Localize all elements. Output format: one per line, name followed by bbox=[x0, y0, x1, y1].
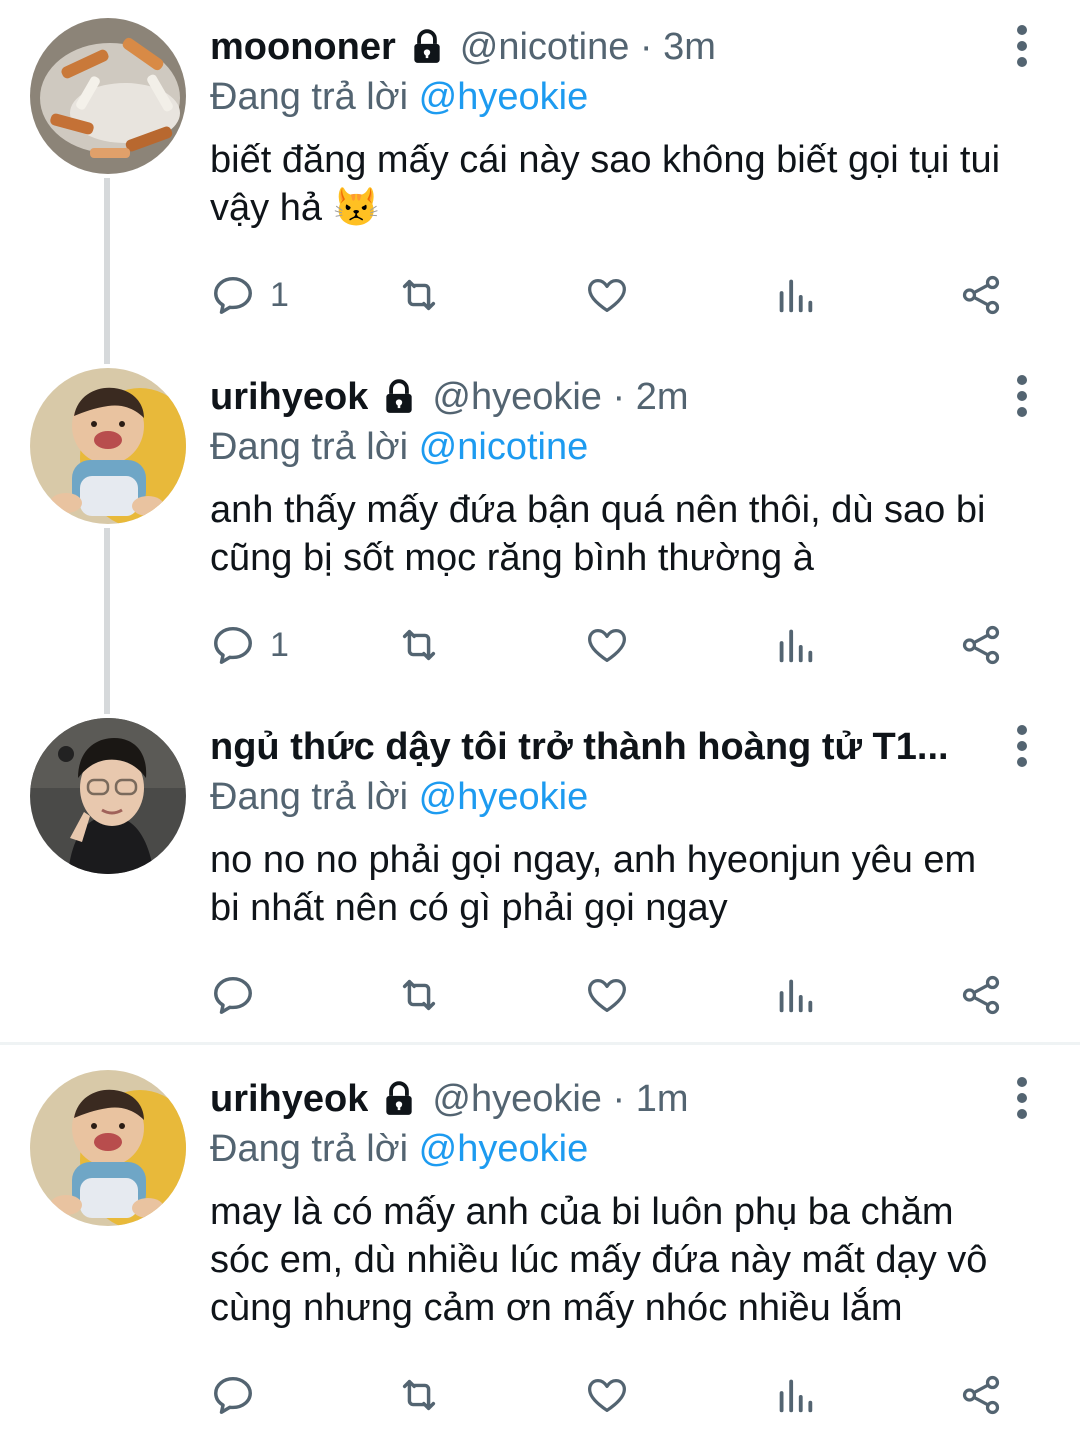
baby-photo bbox=[30, 368, 186, 524]
cigarette-ashtray-image bbox=[30, 18, 186, 174]
action-bar bbox=[210, 1370, 1010, 1420]
replying-to: Đang trả lời @hyeokie bbox=[210, 1124, 1010, 1174]
tweet-header: urihyeok @hyeokie · 2m bbox=[210, 372, 1010, 422]
avatar[interactable] bbox=[30, 1070, 186, 1226]
avatar[interactable] bbox=[30, 18, 186, 174]
heart-icon bbox=[588, 978, 626, 1012]
retweet-icon bbox=[402, 279, 436, 311]
tweet-text: may là có mấy anh của bi luôn phụ ba chă… bbox=[210, 1191, 988, 1329]
share-icon bbox=[962, 625, 1000, 665]
heart-icon bbox=[588, 278, 626, 312]
retweet-icon bbox=[402, 979, 436, 1011]
reply-icon bbox=[214, 276, 252, 314]
display-name[interactable]: urihyeok bbox=[210, 372, 368, 422]
tweet-text: biết đăng mấy cái này sao không biết gọi… bbox=[210, 139, 1001, 229]
person-photo bbox=[30, 718, 186, 874]
tweet-text: anh thấy mấy đứa bận quá nên thôi, dù sa… bbox=[210, 489, 986, 579]
share-icon bbox=[962, 275, 1000, 315]
reply-count: 1 bbox=[270, 275, 289, 314]
analytics-icon bbox=[779, 1379, 813, 1413]
lock-icon bbox=[386, 1081, 413, 1115]
display-name[interactable]: moononer bbox=[210, 22, 396, 72]
more-options-icon[interactable] bbox=[1010, 24, 1034, 68]
reply-button[interactable] bbox=[210, 1370, 270, 1420]
timestamp-text: · 3m bbox=[639, 26, 716, 68]
lock-icon bbox=[386, 379, 413, 413]
heart-icon bbox=[588, 1378, 626, 1412]
action-bar bbox=[210, 970, 1010, 1020]
display-name[interactable]: urihyeok bbox=[210, 1074, 368, 1124]
divider bbox=[0, 1042, 1080, 1045]
reply-icon bbox=[214, 976, 252, 1014]
tweet-header: urihyeok @hyeokie · 1m bbox=[210, 1074, 1010, 1124]
like-button[interactable] bbox=[584, 1370, 630, 1420]
views-button[interactable] bbox=[772, 620, 818, 670]
replying-prefix: Đang trả lời bbox=[210, 426, 419, 468]
action-bar: 1 bbox=[210, 620, 1010, 670]
share-button[interactable] bbox=[958, 970, 1004, 1020]
tweet-header: ngủ thức dậy tôi trở thành hoàng tử T1..… bbox=[210, 722, 1010, 772]
retweet-button[interactable] bbox=[396, 270, 442, 320]
replying-to: Đang trả lời @nicotine bbox=[210, 422, 1010, 472]
like-button[interactable] bbox=[584, 620, 630, 670]
analytics-icon bbox=[779, 979, 813, 1013]
reply-icon bbox=[214, 1376, 252, 1414]
mention-link[interactable]: @nicotine bbox=[419, 426, 589, 468]
replying-prefix: Đang trả lời bbox=[210, 76, 419, 118]
more-options-icon[interactable] bbox=[1010, 374, 1034, 418]
handle[interactable]: @hyeokie bbox=[432, 372, 602, 422]
more-options-icon[interactable] bbox=[1010, 724, 1034, 768]
retweet-button[interactable] bbox=[396, 620, 442, 670]
views-button[interactable] bbox=[772, 1370, 818, 1420]
share-icon bbox=[962, 1375, 1000, 1415]
reply-icon bbox=[214, 626, 252, 664]
views-button[interactable] bbox=[772, 270, 818, 320]
mention-link[interactable]: @hyeokie bbox=[419, 76, 589, 118]
more-options-icon[interactable] bbox=[1010, 1076, 1034, 1120]
tweet[interactable]: urihyeok @hyeokie · 2m Đang trả lời @nic… bbox=[0, 350, 1080, 700]
display-name[interactable]: ngủ thức dậy tôi trở thành hoàng tử T1..… bbox=[210, 722, 949, 772]
views-button[interactable] bbox=[772, 970, 818, 1020]
reply-button[interactable] bbox=[210, 970, 270, 1020]
handle[interactable]: @hyeokie bbox=[432, 1074, 602, 1124]
replying-prefix: Đang trả lời bbox=[210, 1128, 419, 1170]
reply-button[interactable]: 1 bbox=[210, 620, 289, 670]
heart-icon bbox=[588, 628, 626, 662]
avatar[interactable] bbox=[30, 368, 186, 524]
tweet[interactable]: ngủ thức dậy tôi trở thành hoàng tử T1..… bbox=[0, 700, 1080, 1040]
retweet-button[interactable] bbox=[396, 1370, 442, 1420]
mention-link[interactable]: @hyeokie bbox=[419, 1128, 589, 1170]
tweet[interactable]: urihyeok @hyeokie · 1m Đang trả lời @hye… bbox=[0, 1052, 1080, 1445]
like-button[interactable] bbox=[584, 270, 630, 320]
retweet-icon bbox=[402, 629, 436, 661]
analytics-icon bbox=[779, 279, 813, 313]
replying-to: Đang trả lời @hyeokie bbox=[210, 772, 1010, 822]
tweet-header: moononer @nicotine · 3m bbox=[210, 22, 1010, 72]
share-button[interactable] bbox=[958, 620, 1004, 670]
replying-prefix: Đang trả lời bbox=[210, 776, 419, 818]
timestamp[interactable]: · 3m bbox=[629, 22, 716, 72]
tweet-text: no no no phải gọi ngay, anh hyeonjun yêu… bbox=[210, 839, 977, 929]
baby-photo bbox=[30, 1070, 186, 1226]
retweet-icon bbox=[402, 1379, 436, 1411]
reply-button[interactable]: 1 bbox=[210, 270, 289, 320]
handle[interactable]: @nicotine bbox=[460, 22, 630, 72]
mention-link[interactable]: @hyeokie bbox=[419, 776, 589, 818]
reply-count: 1 bbox=[270, 625, 289, 664]
timestamp[interactable]: · 1m bbox=[602, 1074, 689, 1124]
retweet-button[interactable] bbox=[396, 970, 442, 1020]
timestamp-text: · 2m bbox=[612, 376, 689, 418]
share-button[interactable] bbox=[958, 270, 1004, 320]
share-icon bbox=[962, 975, 1000, 1015]
analytics-icon bbox=[779, 629, 813, 663]
avatar[interactable] bbox=[30, 718, 186, 874]
like-button[interactable] bbox=[584, 970, 630, 1020]
replying-to: Đang trả lời @hyeokie bbox=[210, 72, 1010, 122]
share-button[interactable] bbox=[958, 1370, 1004, 1420]
lock-icon bbox=[414, 29, 440, 63]
tweet[interactable]: moononer @nicotine · 3m Đang trả lời @hy… bbox=[0, 0, 1080, 350]
timestamp[interactable]: · 2m bbox=[602, 372, 689, 422]
timestamp-text: · 1m bbox=[612, 1078, 689, 1120]
action-bar: 1 bbox=[210, 270, 1010, 320]
